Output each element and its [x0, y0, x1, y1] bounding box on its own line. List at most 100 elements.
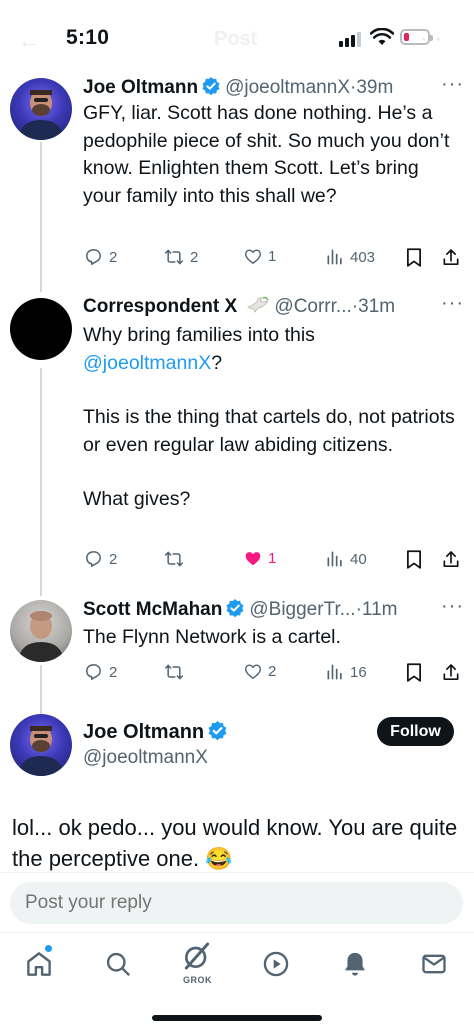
thread-line: [40, 368, 42, 596]
video-icon: [263, 951, 289, 977]
messages-icon: [422, 954, 446, 974]
avatar[interactable]: [10, 600, 72, 662]
author-handle[interactable]: @joeoltmannX: [225, 77, 350, 98]
tweet-header: Scott McMahan @BiggerTr...·11m ···: [83, 595, 464, 624]
like-button-active[interactable]: 1: [243, 549, 276, 568]
tweet-actions: 2 2 1 403: [83, 247, 463, 269]
tab-messages[interactable]: [417, 947, 451, 981]
author-handle[interactable]: @Corrr...: [274, 296, 351, 317]
mention-link[interactable]: @joeoltmannX: [83, 352, 211, 374]
like-count: 1: [268, 248, 277, 265]
reply-icon: [86, 551, 101, 567]
post-time: ·31m: [351, 296, 396, 317]
repost-icon: [164, 249, 184, 265]
wifi-icon: [370, 28, 394, 45]
verified-icon: [202, 77, 220, 96]
share-icon[interactable]: [441, 662, 461, 683]
views-icon: [327, 664, 342, 680]
like-button[interactable]: 1: [243, 247, 276, 266]
reply-button[interactable]: 2: [83, 662, 117, 682]
home-icon: [27, 952, 51, 976]
thread-line: [40, 665, 42, 715]
more-options-icon[interactable]: ···: [441, 292, 464, 315]
author-name[interactable]: Joe Oltmann: [83, 77, 198, 98]
tweet-text: GFY, liar. Scott has done nothing. He’s …: [83, 102, 450, 207]
tweet-header: Joe Oltmann @joeoltmannX·39m ···: [83, 73, 464, 102]
home-indicator[interactable]: [152, 1015, 322, 1021]
like-icon: [245, 249, 261, 264]
tab-home[interactable]: [22, 947, 56, 981]
like-count: 1: [268, 550, 277, 567]
views-icon: [327, 249, 342, 265]
tab-search[interactable]: [101, 947, 135, 981]
post-time: ·11m: [355, 599, 398, 620]
thread-line: [40, 142, 42, 292]
search-icon: [106, 952, 130, 976]
avatar[interactable]: [10, 714, 72, 776]
reply-count: 2: [109, 248, 118, 266]
clock: 5:10: [66, 26, 110, 49]
tweet-header: Correspondent X @Corrr...·31m ···: [83, 292, 464, 321]
bookmark-icon[interactable]: [405, 247, 423, 268]
tweet-actions: 2 2 16: [83, 662, 463, 684]
main-tweet-text: lol... ok pedo... you would know. You ar…: [12, 815, 458, 871]
reply-count: 2: [109, 663, 118, 681]
tweet-text-paragraph: What gives?: [83, 488, 191, 510]
back-arrow-icon[interactable]: ←: [18, 28, 40, 54]
notification-dot: [45, 945, 52, 952]
post-time: ·39m: [350, 77, 394, 98]
tab-video[interactable]: [259, 947, 293, 981]
main-author-handle[interactable]: @joeoltmannX: [83, 747, 208, 769]
views-count: 16: [350, 663, 367, 681]
reply-icon: [86, 664, 101, 680]
more-options-icon[interactable]: ···: [441, 73, 464, 96]
tab-grok[interactable]: [180, 939, 214, 973]
views-button[interactable]: 403: [325, 247, 375, 267]
reply-button[interactable]: 2: [83, 247, 117, 267]
page-title: Post: [214, 28, 258, 50]
battery-icon: [400, 29, 433, 45]
author-handle[interactable]: @BiggerTr...: [249, 599, 355, 620]
views-icon: [327, 551, 342, 567]
follow-button[interactable]: Follow: [377, 717, 454, 746]
dove-icon: [247, 296, 270, 313]
tweet-text: Why bring families into this @joeoltmann…: [83, 322, 458, 514]
like-button[interactable]: 2: [243, 662, 276, 681]
share-icon[interactable]: [441, 549, 461, 570]
views-count: 40: [350, 550, 367, 568]
reply-input[interactable]: [10, 882, 463, 924]
reply-icon: [86, 249, 101, 265]
repost-count: 2: [190, 248, 199, 266]
verified-icon: [226, 599, 244, 618]
more-options-icon[interactable]: ···: [441, 595, 464, 618]
repost-button[interactable]: [163, 662, 190, 682]
bookmark-icon[interactable]: [405, 662, 423, 683]
status-bar: ← Post ⋯ 5:10: [0, 0, 474, 80]
main-author-name[interactable]: Joe Oltmann: [83, 720, 232, 744]
repost-button[interactable]: [163, 549, 190, 569]
grok-label: GROK: [183, 975, 212, 985]
tweet-text-line1: Why bring families into this @joeoltmann…: [83, 324, 315, 374]
reply-button[interactable]: 2: [83, 549, 117, 569]
grok-icon: [184, 942, 210, 970]
views-count: 403: [350, 248, 376, 266]
avatar[interactable]: [10, 78, 72, 140]
bookmark-icon[interactable]: [405, 549, 423, 570]
like-icon: [245, 664, 261, 679]
author-name[interactable]: Scott McMahan: [83, 599, 222, 620]
share-icon[interactable]: [441, 247, 461, 268]
author-name[interactable]: Correspondent X: [83, 296, 237, 317]
tweet-text: The Flynn Network is a cartel.: [83, 626, 341, 648]
repost-icon: [164, 551, 184, 567]
avatar[interactable]: [10, 298, 72, 360]
repost-icon: [164, 664, 184, 680]
tweet-actions: 2 1 40: [83, 549, 463, 571]
views-button[interactable]: 16: [325, 662, 367, 682]
repost-button[interactable]: 2: [163, 247, 198, 267]
verified-icon: [208, 721, 227, 741]
like-icon-filled: [245, 552, 261, 566]
reply-count: 2: [109, 550, 118, 568]
tab-notifications[interactable]: [338, 947, 372, 981]
views-button[interactable]: 40: [325, 549, 367, 569]
reply-bar: [0, 872, 474, 932]
